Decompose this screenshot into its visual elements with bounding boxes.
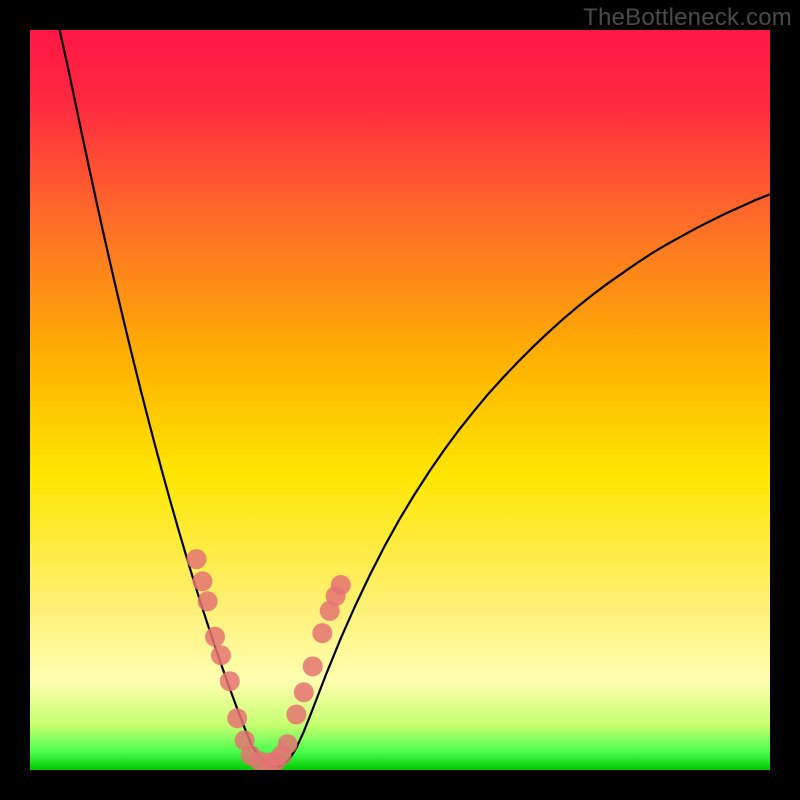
- marker-point: [286, 705, 306, 725]
- marker-point: [331, 575, 351, 595]
- marker-point: [278, 734, 298, 754]
- chart-plot: [30, 30, 770, 770]
- watermark-text: TheBottleneck.com: [583, 4, 792, 32]
- marker-point: [192, 571, 212, 591]
- marker-point: [198, 591, 218, 611]
- marker-point: [294, 682, 314, 702]
- marker-point: [205, 627, 225, 647]
- marker-point: [220, 671, 240, 691]
- marker-point: [303, 656, 323, 676]
- marker-point: [312, 623, 332, 643]
- marker-point: [227, 708, 247, 728]
- marker-point: [211, 645, 231, 665]
- chart-frame: TheBottleneck.com: [0, 0, 800, 800]
- chart-background: [30, 30, 770, 770]
- marker-point: [187, 549, 207, 569]
